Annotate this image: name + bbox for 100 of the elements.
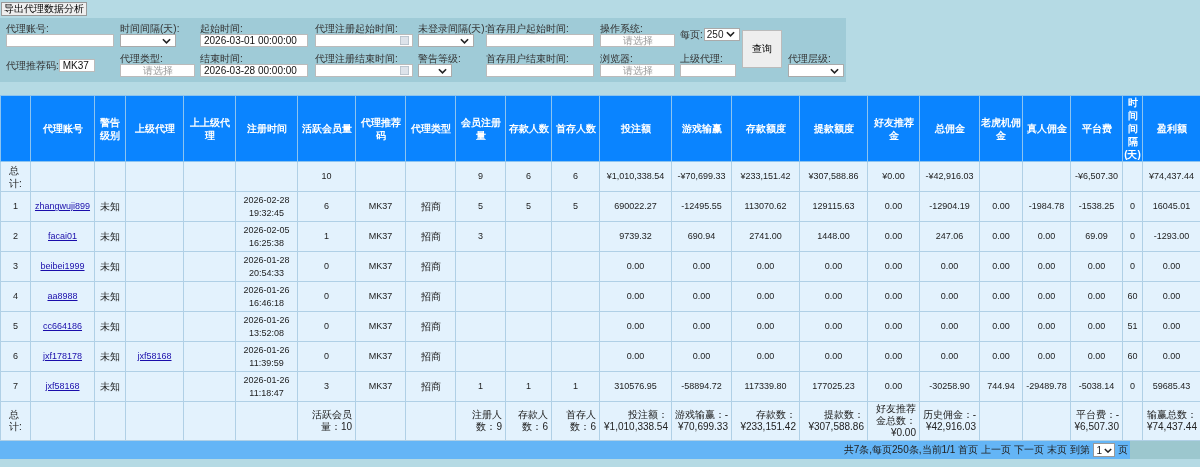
input-field[interactable] [486, 64, 594, 77]
table-cell: MK37 [355, 221, 406, 252]
total-cell: 投注额：¥1,010,338.54 [599, 401, 672, 441]
table-cell: 0.00 [979, 311, 1023, 342]
date-field[interactable] [315, 64, 413, 77]
table-cell [551, 251, 600, 282]
total-cell [125, 161, 184, 192]
query-button[interactable]: 查询 [742, 30, 782, 68]
agent-link[interactable]: zhangwuji899 [34, 201, 90, 211]
input-field[interactable] [6, 34, 114, 47]
input-field[interactable]: 2026-03-01 00:00:00 [200, 34, 308, 47]
table-cell: 2026-01-26 11:18:47 [235, 371, 298, 402]
column-header: 会员注册量 [455, 95, 506, 162]
table-cell: 1448.00 [799, 221, 868, 252]
table-cell: 3 [0, 251, 31, 282]
column-header: 提款额度 [799, 95, 868, 162]
total-cell: -¥42,916.03 [919, 161, 980, 192]
table-cell: 0.00 [919, 311, 980, 342]
chevron-icon [460, 37, 469, 44]
goto-label: 到第 [1070, 443, 1091, 457]
total-cell: -¥6,507.30 [1070, 161, 1123, 192]
table-cell: 2 [0, 221, 31, 252]
total-cell [979, 401, 1023, 441]
column-header: 游戏输赢 [671, 95, 732, 162]
table-cell: 129115.63 [799, 191, 868, 222]
input-field[interactable]: 请选择 [600, 34, 675, 47]
page-link[interactable]: 下一页 [1014, 443, 1045, 457]
table-cell: 0.00 [1022, 311, 1071, 342]
table-cell: 5 [551, 191, 600, 222]
input-field[interactable]: 请选择 [120, 64, 195, 77]
agent-link[interactable]: cc664186 [42, 321, 82, 331]
column-header: 老虎机佣金 [979, 95, 1023, 162]
total-cell: 6 [551, 161, 600, 192]
table-cell: 1 [297, 221, 356, 252]
table-cell: 1 [551, 371, 600, 402]
total-cell [1122, 401, 1143, 441]
input-field[interactable]: MK37 [58, 58, 95, 72]
table-cell [455, 281, 506, 312]
table-cell: 0.00 [867, 281, 920, 312]
calendar-icon [400, 36, 409, 45]
table-cell: 247.06 [919, 221, 980, 252]
column-header: 存款额度 [731, 95, 800, 162]
table-cell: 5 [455, 191, 506, 222]
agent-link[interactable]: jxf178178 [42, 351, 82, 361]
agent-link[interactable]: jxf58168 [45, 381, 80, 391]
export-button[interactable]: 导出代理数据分析 [1, 2, 87, 16]
input-field[interactable] [680, 64, 736, 77]
page-dropdown[interactable]: 1 [1093, 443, 1115, 457]
table-cell [183, 251, 236, 282]
table-cell: 0.00 [867, 221, 920, 252]
table-cell: 60 [1122, 281, 1143, 312]
total-cell: 首存人数：6 [551, 401, 600, 441]
table-cell: 0.00 [1070, 341, 1123, 372]
column-header: 时间间隔(天) [1122, 95, 1143, 162]
column-header: 存款人数 [505, 95, 552, 162]
total-cell [94, 161, 126, 192]
table-cell: MK37 [355, 281, 406, 312]
table-cell: 0.00 [1070, 311, 1123, 342]
input-field[interactable]: 请选择 [600, 64, 675, 77]
page-link[interactable]: 末页 [1047, 443, 1068, 457]
table-cell [551, 221, 600, 252]
agent-link[interactable]: aa8988 [47, 291, 78, 301]
agent-link[interactable]: beibei1999 [40, 261, 85, 271]
table-cell: 招商 [405, 251, 456, 282]
table-cell [505, 281, 552, 312]
column-header: 代理类型 [405, 95, 456, 162]
table-cell: -58894.72 [671, 371, 732, 402]
input-field[interactable]: 2026-03-28 00:00:00 [200, 64, 308, 77]
page-suffix: 页 [1118, 443, 1128, 457]
page-link[interactable]: 上一页 [981, 443, 1012, 457]
table-cell: 0.00 [1022, 281, 1071, 312]
agent-link[interactable]: jxf58168 [137, 351, 172, 361]
total-cell: ¥1,010,338.54 [599, 161, 672, 192]
table-cell [183, 281, 236, 312]
field-label: 首存用户起始时间: [486, 23, 570, 34]
table-cell: 2026-01-26 13:52:08 [235, 311, 298, 342]
table-cell: 0.00 [1070, 281, 1123, 312]
total-cell [405, 161, 456, 192]
table-cell: 2026-01-26 16:46:18 [235, 281, 298, 312]
table-cell [505, 341, 552, 372]
table-cell: 0.00 [731, 341, 800, 372]
date-field[interactable] [315, 34, 413, 47]
agent-link[interactable]: facai01 [48, 231, 77, 241]
table-cell: 1 [0, 191, 31, 222]
page-link[interactable]: 首页 [958, 443, 979, 457]
table-cell: 0 [297, 341, 356, 372]
table-cell: 未知 [94, 341, 126, 372]
table-cell: 0.00 [731, 251, 800, 282]
dropdown[interactable]: 250 [703, 27, 740, 41]
table-cell: -12904.19 [919, 191, 980, 222]
field-label: 代理类型: [120, 53, 164, 64]
table-cell [505, 311, 552, 342]
table-cell [183, 311, 236, 342]
dropdown[interactable] [418, 64, 452, 77]
total-cell [125, 401, 184, 441]
input-field[interactable] [486, 34, 594, 47]
table-cell: 未知 [94, 281, 126, 312]
column-header: 首存人数 [551, 95, 600, 162]
table-cell: MK37 [355, 371, 406, 402]
total-cell: 游戏输赢：-¥70,699.33 [671, 401, 732, 441]
